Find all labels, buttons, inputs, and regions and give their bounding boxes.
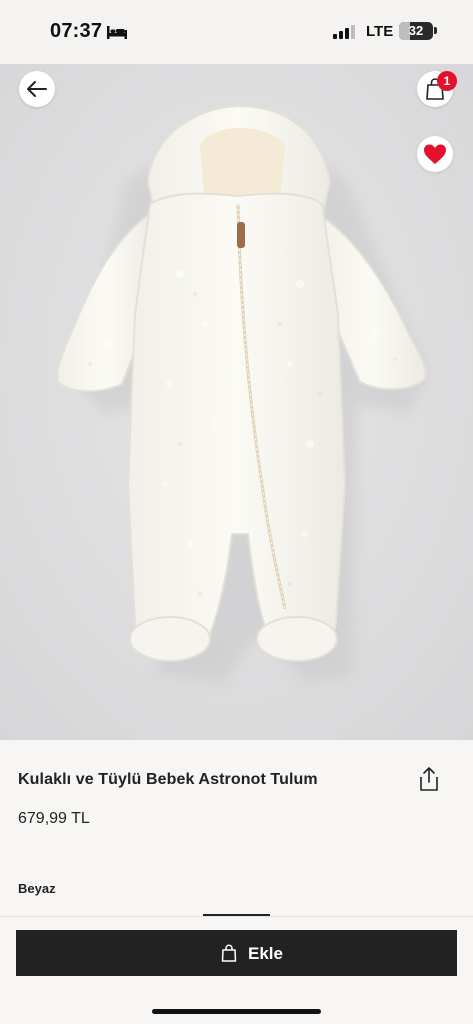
heart-filled-icon xyxy=(424,144,446,164)
bed-icon xyxy=(107,26,127,39)
add-to-bag-label: Ekle xyxy=(248,944,283,963)
cart-count-badge: 1 xyxy=(437,71,457,91)
home-indicator[interactable] xyxy=(152,1009,321,1014)
product-price: 679,99 TL xyxy=(18,810,90,827)
shopping-bag-icon xyxy=(221,944,237,962)
share-icon[interactable] xyxy=(415,765,443,793)
network-type: LTE xyxy=(366,23,394,40)
selected-color-indicator xyxy=(203,914,270,916)
battery-cap xyxy=(434,27,437,34)
cellular-signal-icon xyxy=(333,25,355,39)
product-image-gallery[interactable] xyxy=(0,64,473,740)
add-to-bag-button[interactable]: Ekle xyxy=(16,930,457,976)
product-title: Kulaklı ve Tüylü Bebek Astronot Tulum xyxy=(18,771,318,788)
battery-percent: 32 xyxy=(408,23,424,38)
arrow-left-icon xyxy=(27,81,47,97)
back-button[interactable] xyxy=(19,71,55,107)
status-bar: 07:37 LTE 32 xyxy=(0,0,473,64)
product-image[interactable] xyxy=(0,64,473,740)
selected-color-name: Beyaz xyxy=(18,881,56,896)
status-time: 07:37 xyxy=(50,20,103,42)
battery-indicator: 32 xyxy=(399,22,433,40)
color-swatch-divider xyxy=(0,916,473,917)
favorite-button[interactable] xyxy=(417,136,453,172)
